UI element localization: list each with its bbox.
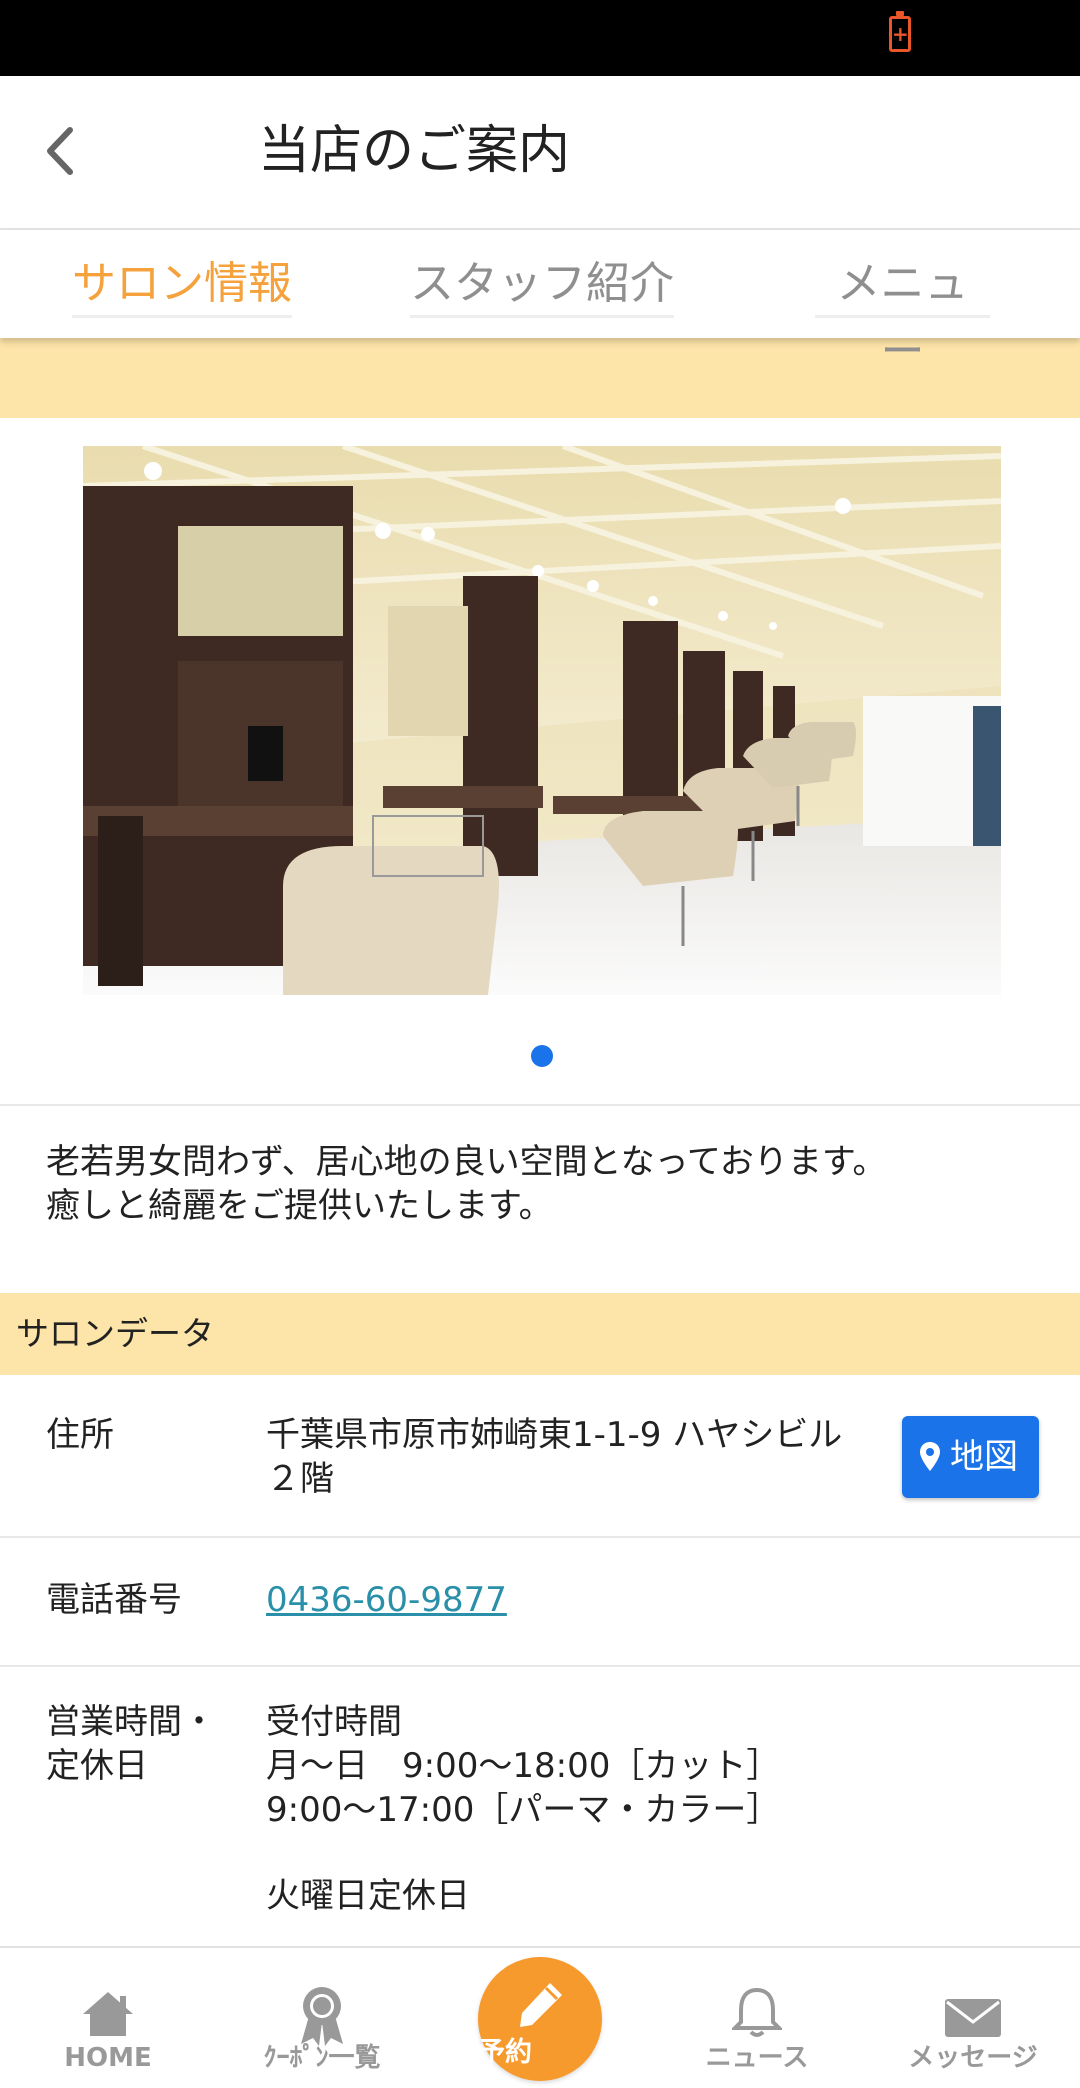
nav-messages-label: メッセージ	[908, 2043, 1038, 2073]
phone-link[interactable]: 0436-60-9877	[266, 1578, 507, 1622]
salon-interior-image	[83, 446, 1001, 995]
reserve-button[interactable]: 予約	[478, 1957, 602, 2081]
page-title: 当店のご案内	[258, 121, 571, 181]
reserve-label: 予約	[478, 2037, 532, 2068]
description-line: 癒しと綺麗をご提供いたします。	[46, 1186, 553, 1226]
divider	[0, 1665, 1080, 1667]
status-bar: +	[0, 0, 1080, 76]
coupon-badge-icon	[301, 1987, 343, 2046]
address-label: 住所	[46, 1415, 114, 1455]
hours-label-line: 営業時間・	[46, 1702, 216, 1742]
description-line: 老若男女問わず、居心地の良い空間となっております。	[46, 1142, 887, 1182]
address-value: 千葉県市原市姉崎東1-1-9 ハヤシビル ２階	[266, 1413, 876, 1501]
hours-line: 9:00～17:00［パーマ・カラー］	[266, 1790, 781, 1830]
hours-line: 受付時間	[266, 1702, 402, 1742]
phone-label: 電話番号	[46, 1580, 182, 1620]
address-line: 千葉県市原市姉崎東1-1-9 ハヤシビル	[266, 1415, 843, 1455]
map-button[interactable]: 地図	[902, 1416, 1039, 1498]
bell-icon	[732, 1987, 782, 2037]
section-header-salon-data: サロンデータ	[0, 1293, 1080, 1375]
tab-salon-info[interactable]: サロン情報	[72, 250, 292, 318]
carousel-indicator-dot[interactable]	[531, 1045, 553, 1067]
address-line: ２階	[266, 1459, 334, 1499]
salon-description: 老若男女問わず、居心地の良い空間となっております。 癒しと綺麗をご提供いたします…	[46, 1140, 1036, 1228]
salon-photo[interactable]	[83, 446, 1001, 995]
tab-staff[interactable]: スタッフ紹介	[410, 250, 674, 318]
nav-messages[interactable]: メッセージ	[873, 1948, 1073, 2088]
nav-home-label: HOME	[64, 2043, 152, 2073]
nav-home[interactable]: HOME	[8, 1948, 208, 2088]
tab-bar: サロン情報 スタッフ紹介 メニュー	[0, 230, 1080, 377]
back-button[interactable]	[40, 116, 100, 186]
pencil-icon	[520, 1983, 562, 2027]
nav-coupons-label: ｸｰﾎﾟﾝ一覧	[263, 2043, 381, 2073]
hours-label-line: 定休日	[46, 1746, 148, 1786]
map-button-label: 地図	[950, 1437, 1018, 1477]
divider	[0, 1104, 1080, 1106]
envelope-icon	[945, 1999, 1001, 2037]
map-pin-icon	[920, 1442, 940, 1471]
hours-label: 営業時間・ 定休日	[46, 1700, 216, 1788]
home-icon	[83, 1992, 133, 2036]
app-bar: 当店のご案内	[0, 76, 1080, 230]
hours-spacer	[266, 1832, 780, 1874]
tab-menu[interactable]: メニュー	[815, 250, 990, 377]
battery-charging-icon: +	[889, 11, 911, 52]
hours-line: 月～日 9:00～18:00［カット］	[266, 1746, 781, 1786]
nav-coupons[interactable]: ｸｰﾎﾟﾝ一覧	[222, 1948, 422, 2088]
chevron-left-icon	[47, 127, 73, 175]
nav-news[interactable]: ニュース	[657, 1948, 857, 2088]
closed-day-line: 火曜日定休日	[266, 1876, 470, 1916]
hours-value: 受付時間 月～日 9:00～18:00［カット］ 9:00～17:00［パーマ・…	[266, 1700, 780, 1918]
nav-news-label: ニュース	[705, 2043, 809, 2073]
divider	[0, 1536, 1080, 1538]
